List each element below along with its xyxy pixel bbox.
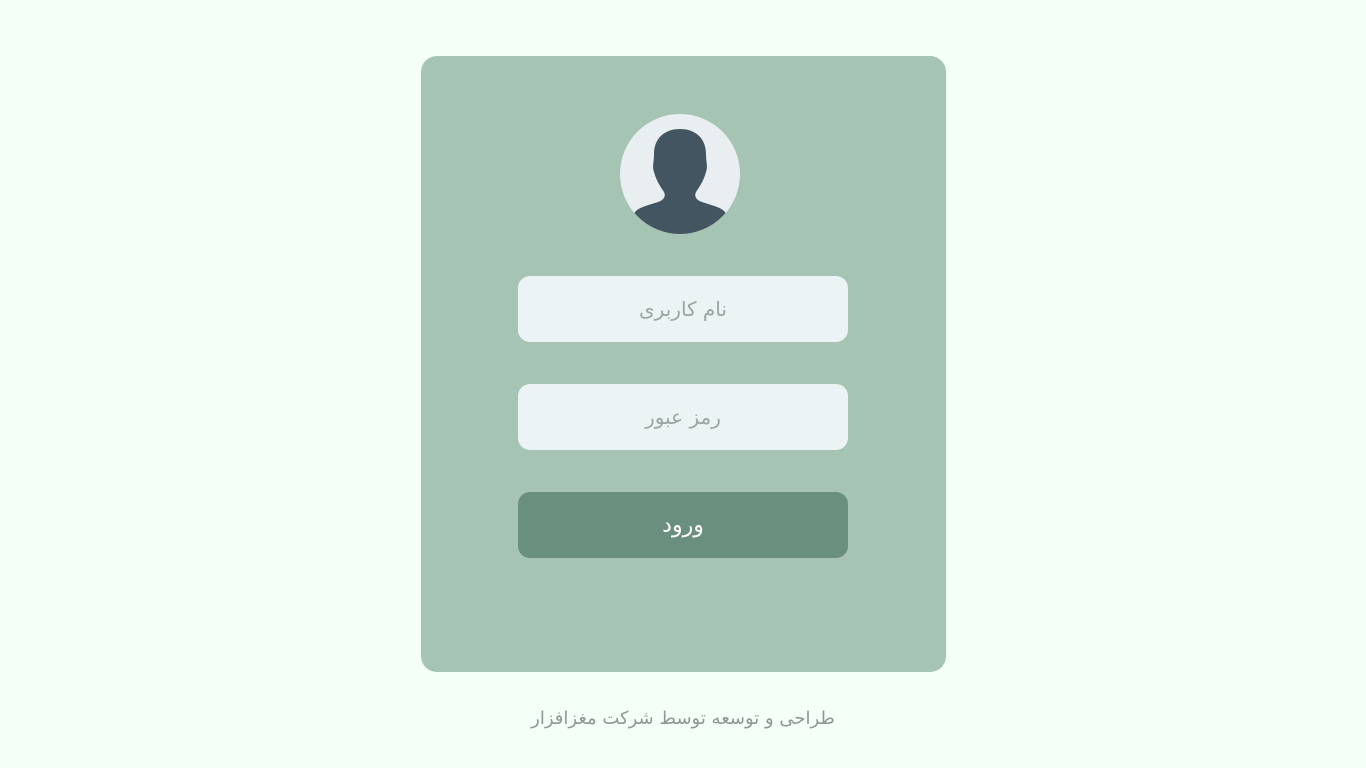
login-card: ورود [421, 56, 946, 672]
footer-credit: طراحی و توسعه توسط شرکت مغزافزار [531, 708, 835, 729]
password-input[interactable] [518, 384, 848, 450]
avatar [620, 114, 740, 234]
login-button[interactable]: ورود [518, 492, 848, 558]
username-input[interactable] [518, 276, 848, 342]
user-silhouette-icon [634, 129, 726, 234]
